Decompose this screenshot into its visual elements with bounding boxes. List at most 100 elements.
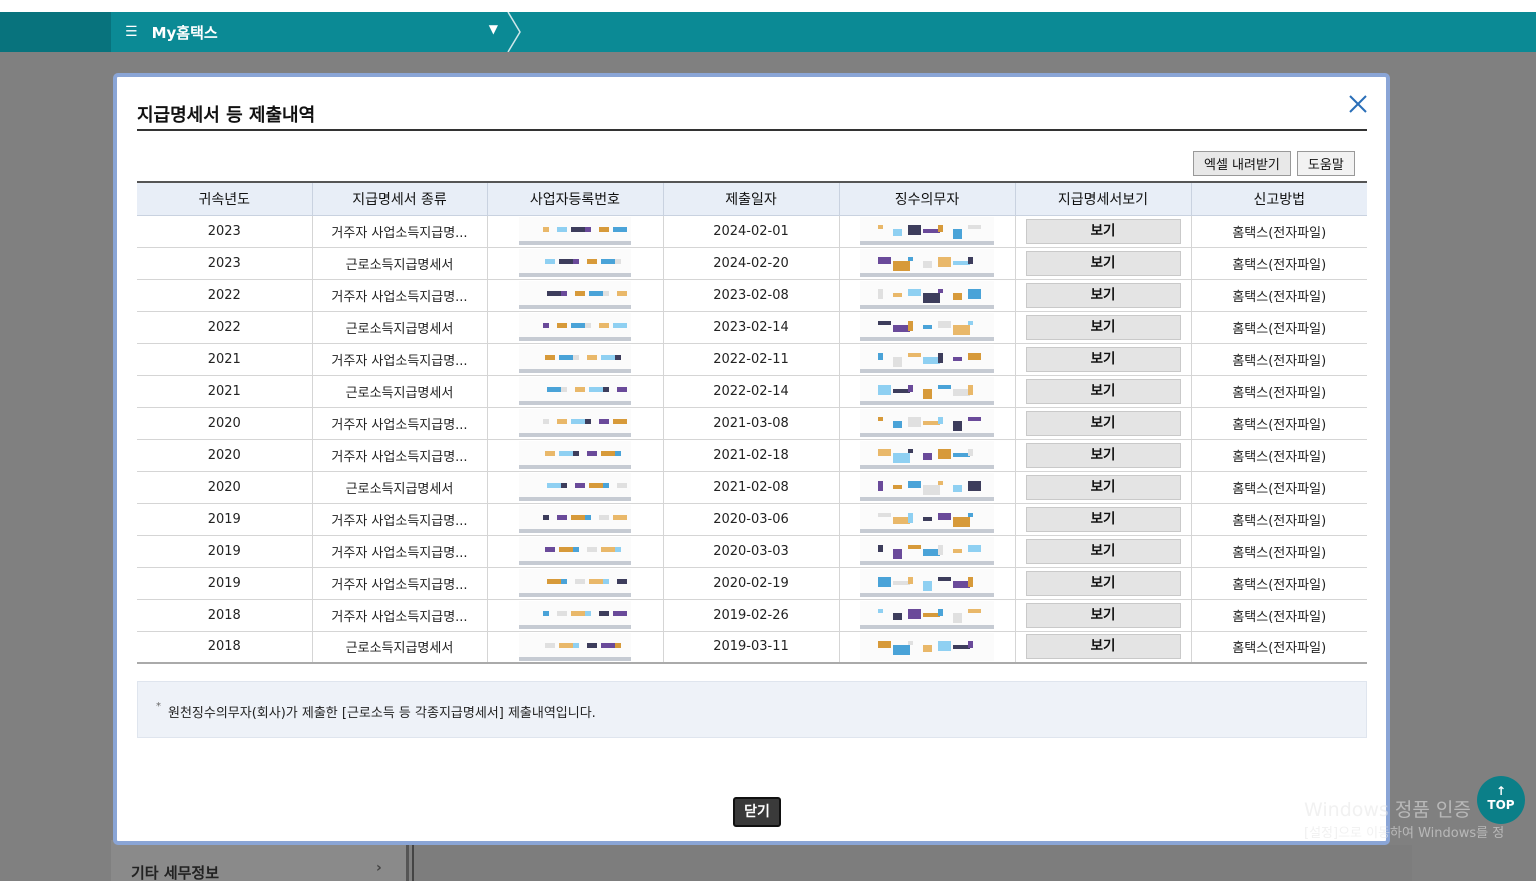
- redaction-pixel: [547, 483, 561, 488]
- redaction-pixel: [587, 547, 597, 552]
- redaction-underline: [519, 305, 631, 309]
- redaction-pixel: [893, 485, 902, 489]
- redaction-pixel: [615, 355, 621, 360]
- redaction-underline: [519, 593, 631, 597]
- redaction-pixel: [908, 640, 913, 645]
- business-number-cell: [487, 471, 664, 504]
- title-divider: [137, 129, 1367, 131]
- year-cell: 2022: [137, 311, 313, 344]
- chevron-right-icon: ›: [376, 860, 382, 876]
- table-row: 2020 거주자 사업소득지급명... 2021-03-08 보기 홈택스(전자파일): [137, 407, 1367, 440]
- redaction-pixel: [968, 417, 981, 421]
- method-cell: 홈택스(전자파일): [1191, 247, 1367, 280]
- redaction-pixel: [878, 449, 891, 456]
- method-cell: 홈택스(전자파일): [1191, 535, 1367, 568]
- redaction-underline: [519, 497, 631, 501]
- withholder-cell: [839, 279, 1016, 312]
- withholder-cell: [839, 535, 1016, 568]
- redaction-pixel: [908, 513, 913, 523]
- redaction-underline: [860, 241, 994, 245]
- close-button[interactable]: 닫기: [733, 797, 781, 827]
- year-cell: 2020: [137, 471, 313, 504]
- redacted-withholder: [860, 345, 994, 373]
- redaction-underline: [860, 433, 994, 437]
- redaction-pixel: [587, 642, 597, 648]
- redacted-business-number: [519, 632, 631, 661]
- chevron-down-icon[interactable]: ▼: [489, 22, 498, 36]
- method-cell: 홈택스(전자파일): [1191, 375, 1367, 408]
- my-hometax-menu[interactable]: ☰ My홈택스 ▼: [111, 12, 506, 52]
- submit-date-cell: 2024-02-20: [663, 247, 840, 280]
- redacted-business-number: [519, 377, 631, 405]
- redaction-pixel: [575, 483, 585, 488]
- redacted-business-number: [519, 249, 631, 277]
- redaction-pixel: [573, 547, 579, 552]
- scroll-top-button[interactable]: ↑ TOP: [1477, 776, 1525, 824]
- view-button[interactable]: 보기: [1025, 346, 1181, 372]
- redaction-pixel: [968, 225, 981, 229]
- redaction-pixel: [938, 513, 951, 520]
- redaction-pixel: [585, 611, 591, 616]
- redaction-pixel: [589, 579, 603, 584]
- redaction-pixel: [575, 579, 585, 584]
- redaction-pixel: [938, 577, 951, 581]
- method-cell: 홈택스(전자파일): [1191, 503, 1367, 536]
- view-button[interactable]: 보기: [1025, 282, 1181, 308]
- business-number-cell: [487, 439, 664, 472]
- redaction-pixel: [547, 387, 561, 392]
- redaction-pixel: [878, 225, 883, 229]
- redaction-pixel: [938, 321, 951, 328]
- hamburger-icon[interactable]: ☰: [125, 24, 138, 40]
- view-button[interactable]: 보기: [1025, 634, 1181, 660]
- top-label: TOP: [1487, 798, 1515, 812]
- business-number-cell: [487, 375, 664, 408]
- submit-date-cell: 2022-02-14: [663, 375, 840, 408]
- redaction-pixel: [968, 640, 973, 648]
- sidebar-item-other-tax[interactable]: 기타 세무정보 ›: [111, 840, 409, 881]
- withholder-cell: [839, 375, 1016, 408]
- redaction-underline: [860, 561, 994, 565]
- redaction-pixel: [938, 640, 951, 651]
- redaction-pixel: [571, 611, 585, 616]
- redaction-pixel: [617, 387, 627, 392]
- redaction-pixel: [601, 642, 615, 648]
- close-icon[interactable]: [1345, 91, 1371, 117]
- table-row: 2023 근로소득지급명세서 2024-02-20 보기 홈택스(전자파일): [137, 247, 1367, 280]
- top-strip: [0, 0, 1536, 12]
- method-cell: 홈택스(전자파일): [1191, 567, 1367, 600]
- view-button[interactable]: 보기: [1025, 378, 1181, 404]
- view-button[interactable]: 보기: [1025, 250, 1181, 276]
- redaction-pixel: [938, 609, 943, 616]
- withholder-cell: [839, 503, 1016, 536]
- redaction-pixel: [893, 293, 902, 297]
- redaction-pixel: [559, 451, 573, 456]
- view-button[interactable]: 보기: [1025, 570, 1181, 596]
- redaction-pixel: [561, 483, 567, 488]
- help-button[interactable]: 도움말: [1296, 151, 1355, 176]
- view-button[interactable]: 보기: [1025, 314, 1181, 340]
- view-button[interactable]: 보기: [1025, 602, 1181, 628]
- view-button[interactable]: 보기: [1025, 218, 1181, 244]
- view-button[interactable]: 보기: [1025, 474, 1181, 500]
- kind-cell: 거주자 사업소득지급명...: [312, 535, 488, 568]
- view-button[interactable]: 보기: [1025, 506, 1181, 532]
- redaction-pixel: [923, 389, 932, 399]
- view-cell: 보기: [1015, 503, 1192, 536]
- redacted-withholder: [860, 601, 994, 629]
- redacted-withholder: [860, 632, 994, 661]
- submit-date-cell: 2023-02-08: [663, 279, 840, 312]
- redaction-pixel: [585, 515, 591, 520]
- redacted-business-number: [519, 569, 631, 597]
- redaction-pixel: [557, 611, 567, 616]
- redaction-pixel: [543, 419, 549, 424]
- redaction-pixel: [938, 257, 951, 267]
- col-view: 지급명세서보기: [1015, 181, 1192, 216]
- view-button[interactable]: 보기: [1025, 442, 1181, 468]
- excel-download-button[interactable]: 엑셀 내려받기: [1193, 151, 1291, 176]
- view-button[interactable]: 보기: [1025, 410, 1181, 436]
- submit-date-cell: 2021-03-08: [663, 407, 840, 440]
- view-button[interactable]: 보기: [1025, 538, 1181, 564]
- submit-date-cell: 2023-02-14: [663, 311, 840, 344]
- redaction-pixel: [613, 323, 627, 328]
- redaction-underline: [519, 369, 631, 373]
